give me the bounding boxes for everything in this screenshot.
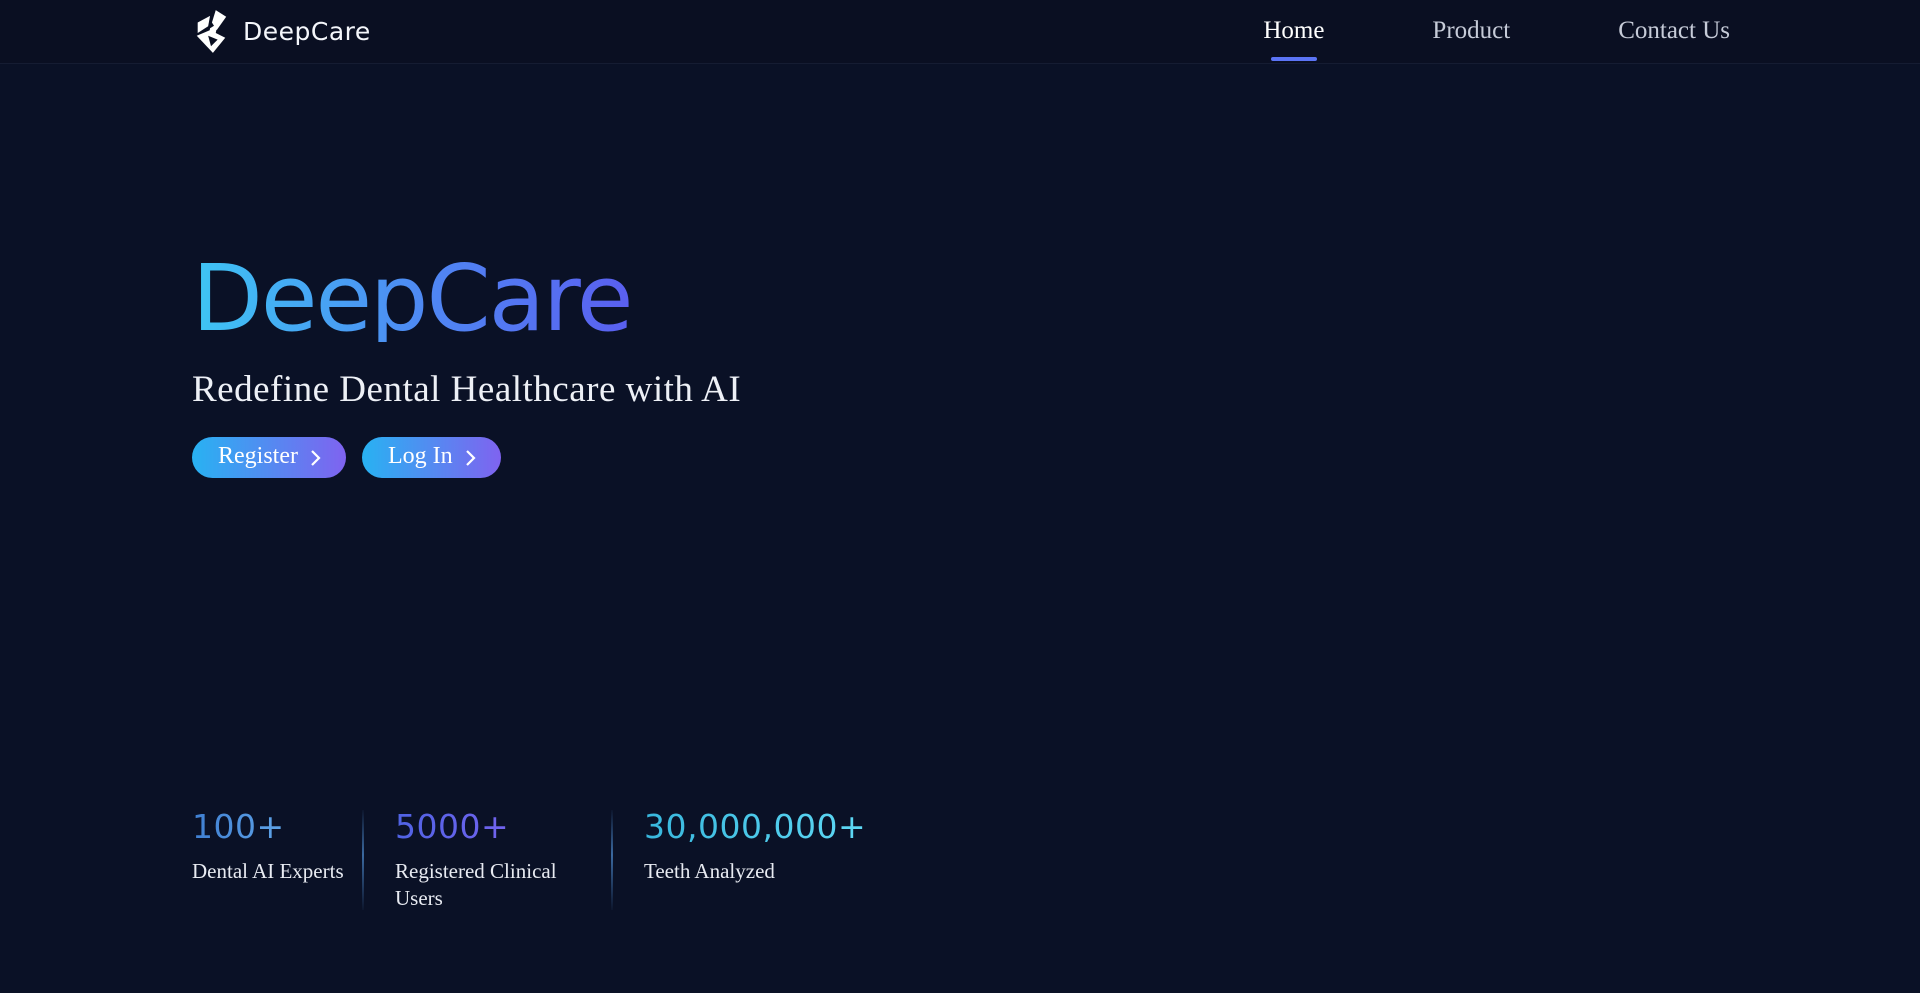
stat-value: 5000+ [395, 807, 510, 846]
login-button[interactable]: Log In [361, 437, 501, 479]
stat-teeth-analyzed: 30,000,000+ Teeth Analyzed [613, 810, 873, 912]
brand-name: DeepCare [243, 17, 371, 46]
stats-divider [611, 810, 613, 910]
hero-section: DeepCare Redefine Dental Healthcare with… [0, 64, 1920, 479]
nav-item-contact-us[interactable]: Contact Us [1616, 13, 1732, 51]
main-nav: Home Product Contact Us [1261, 13, 1732, 51]
brand-logo[interactable]: DeepCare [192, 9, 371, 54]
register-button[interactable]: Register [192, 437, 346, 479]
chevron-right-icon [465, 450, 476, 466]
hero-subtitle: Redefine Dental Healthcare with AI [192, 369, 742, 411]
navbar: DeepCare Home Product Contact Us [0, 0, 1920, 64]
register-button-label: Register [218, 443, 298, 470]
deepcare-logo-icon [196, 9, 227, 53]
stat-value: 100+ [192, 807, 285, 846]
chevron-right-icon [311, 450, 321, 466]
stat-value: 30,000,000+ [644, 807, 867, 846]
stats-divider [362, 810, 364, 910]
stats-section: 100+ Dental AI Experts 5000+ Registered … [192, 810, 873, 912]
nav-item-home[interactable]: Home [1261, 13, 1326, 51]
nav-item-product[interactable]: Product [1430, 13, 1512, 51]
stat-registered-clinical-users: 5000+ Registered Clinical Users [364, 810, 611, 912]
stat-dental-ai-experts: 100+ Dental AI Experts [192, 810, 362, 912]
stat-label: Registered Clinical Users [395, 859, 557, 910]
hero-actions: Register Log In [192, 437, 1920, 479]
stat-label: Teeth Analyzed [644, 859, 775, 883]
login-button-label: Log In [387, 443, 453, 470]
stat-label: Dental AI Experts [192, 859, 344, 883]
hero-title: DeepCare [192, 245, 633, 352]
